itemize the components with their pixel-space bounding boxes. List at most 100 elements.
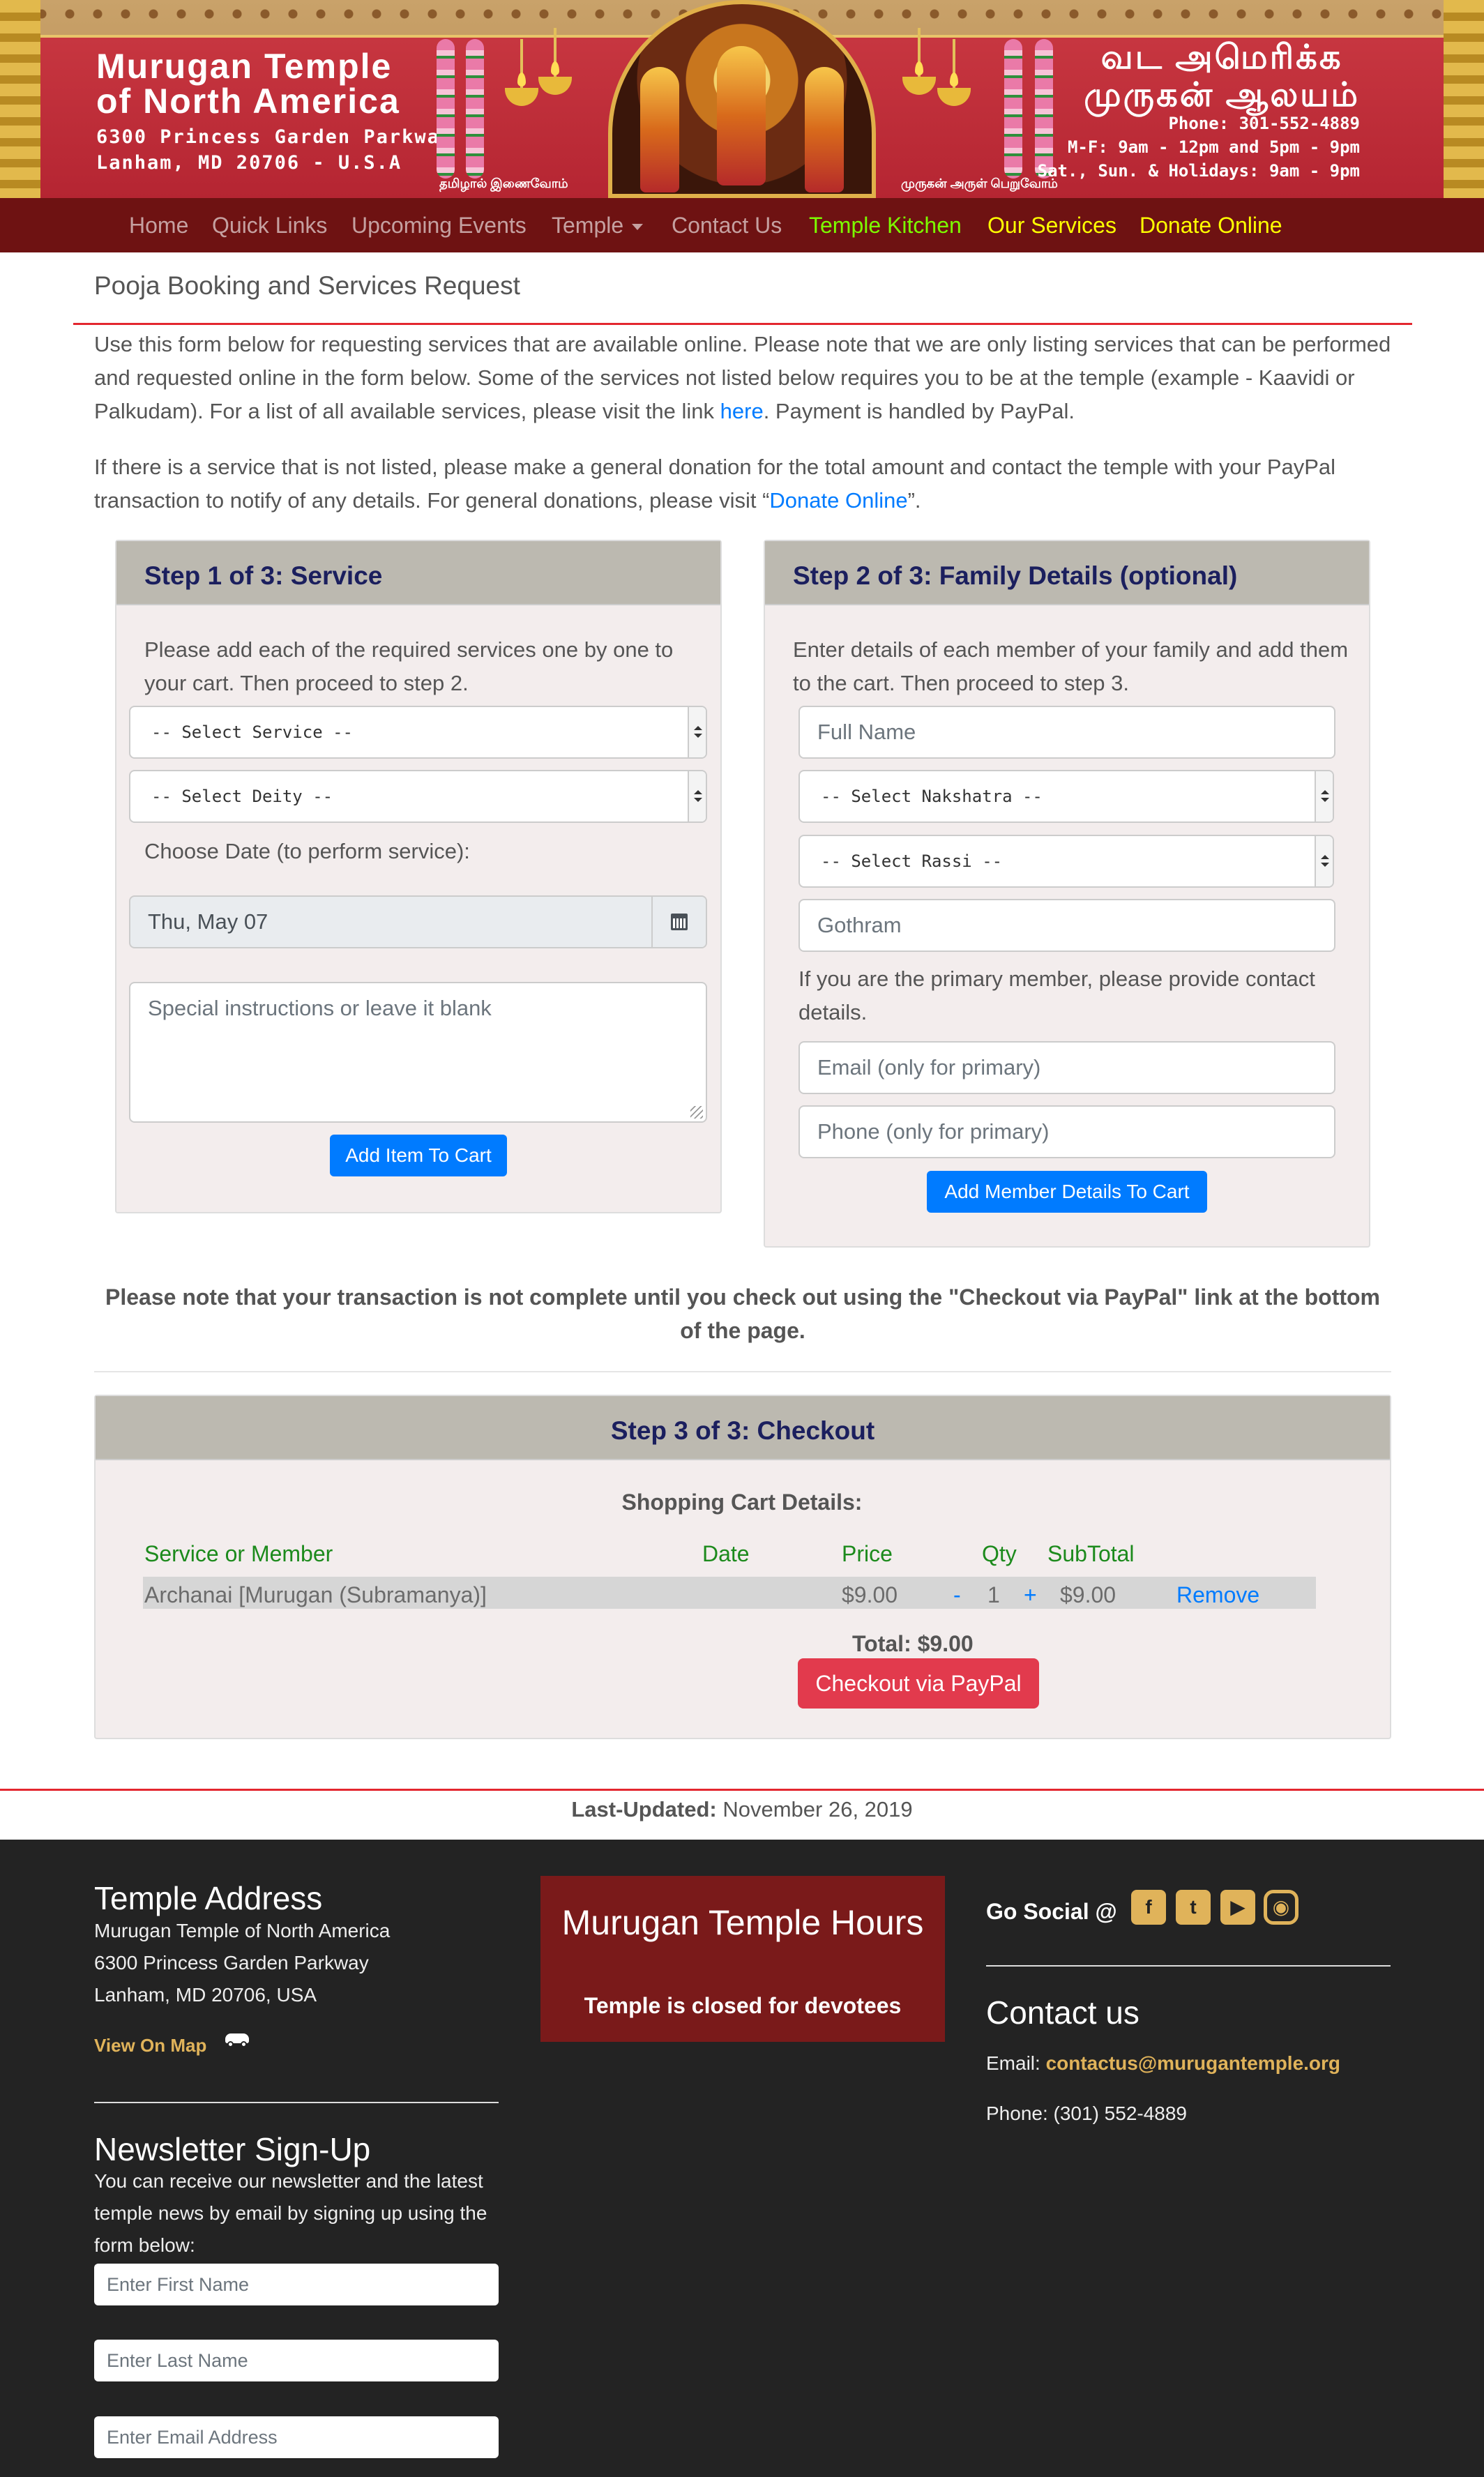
deity-figure-center (717, 46, 766, 185)
site-title[interactable]: Murugan Temple of North America (96, 49, 400, 119)
nakshatra-select-value: -- Select Nakshatra -- (821, 787, 1043, 806)
calendar-button[interactable] (651, 897, 706, 947)
resize-handle-icon[interactable] (690, 1106, 703, 1119)
checkout-paypal-button[interactable]: Checkout via PayPal (798, 1658, 1039, 1709)
footer-address-line3: Lanham, MD 20706, USA (94, 1984, 317, 2006)
deity-figure-left (640, 67, 679, 192)
select-arrows-icon (1315, 771, 1333, 821)
deity-select[interactable]: -- Select Deity -- (129, 770, 707, 823)
general-donation-text-end: ”. (907, 488, 921, 513)
step3-card-header: Step 3 of 3: Checkout (96, 1396, 1390, 1460)
gothram-input[interactable]: Gothram (798, 899, 1335, 952)
increase-qty-button[interactable]: + (1024, 1578, 1037, 1612)
footer-email-label: Email: (986, 2052, 1046, 2074)
newsletter-last-name-input[interactable]: Enter Last Name (94, 2340, 499, 2381)
instagram-icon[interactable]: ◉ (1264, 1890, 1298, 1925)
oil-lamp-decoration (536, 28, 575, 112)
facebook-icon[interactable]: f (1131, 1890, 1166, 1925)
go-social-label: Go Social @ (986, 1899, 1117, 1924)
car-icon (225, 2029, 249, 2047)
primary-phone-input[interactable]: Phone (only for primary) (798, 1105, 1335, 1158)
step1-card-header: Step 1 of 3: Service (116, 541, 720, 605)
temple-hours-box: Murugan Temple Hours Temple is closed fo… (540, 1876, 945, 2042)
tamil-tagline-right: முருகன் அருள் பெறுவோம் (901, 176, 1058, 190)
special-instructions-textarea[interactable]: Special instructions or leave it blank (129, 982, 707, 1123)
nav-quick-links[interactable]: Quick Links (212, 211, 327, 240)
add-item-to-cart-button[interactable]: Add Item To Cart (330, 1135, 507, 1176)
footer-email: Email: contactus@murugantemple.org (986, 2047, 1340, 2080)
select-arrows-icon (688, 707, 706, 757)
garland-decoration (437, 39, 455, 179)
nav-temple-label: Temple (552, 213, 624, 238)
deity-select-value: -- Select Deity -- (151, 787, 333, 806)
primary-email-input[interactable]: Email (only for primary) (798, 1041, 1335, 1094)
main-navbar: Home Quick Links Upcoming Events Temple … (0, 198, 1484, 252)
site-title-line2: of North America (96, 82, 400, 121)
rassi-select[interactable]: -- Select Rassi -- (798, 835, 1334, 888)
tamil-title-line1: வட அமெரிக்க (1100, 39, 1343, 76)
primary-member-note: If you are the primary member, please pr… (798, 967, 1315, 1024)
view-on-map-link[interactable]: View On Map (94, 2029, 206, 2061)
step2-card-header: Step 2 of 3: Family Details (optional) (765, 541, 1369, 605)
cart-title: Shopping Cart Details: (621, 1490, 863, 1515)
tamil-title-line2: முருகன் ஆலயம் (1084, 77, 1360, 114)
checkout-notice: Please note that your transaction is not… (105, 1285, 1380, 1343)
cart-total: Total: $9.00 (852, 1631, 974, 1656)
step1-instructions: Please add each of the required services… (144, 637, 674, 695)
date-label: Choose Date (to perform service): (144, 839, 470, 863)
footer-divider (0, 1789, 1484, 1791)
newsletter-email-input[interactable]: Enter Email Address (94, 2416, 499, 2458)
step3-heading: Step 3 of 3: Checkout (610, 1416, 875, 1445)
banner-hours-weekday: M-F: 9am - 12pm and 5pm - 9pm (1067, 137, 1360, 157)
nav-temple-kitchen[interactable]: Temple Kitchen (809, 211, 962, 240)
donate-online-link[interactable]: Donate Online (769, 488, 907, 513)
special-instructions-placeholder: Special instructions or leave it blank (148, 996, 492, 1020)
intro-paragraph: Use this form below for requesting servi… (94, 328, 1391, 428)
title-divider (73, 323, 1412, 325)
footer-divider-right (986, 1965, 1391, 1967)
twitter-icon[interactable]: t (1176, 1890, 1211, 1925)
temple-hours-heading: Murugan Temple Hours (561, 1903, 924, 1942)
remove-item-link[interactable]: Remove (1176, 1578, 1259, 1612)
page-title: Pooja Booking and Services Request (94, 271, 520, 300)
last-updated: Last-Updated: November 26, 2019 (0, 1794, 1484, 1826)
nav-temple-dropdown[interactable]: Temple (552, 211, 644, 240)
rassi-select-value: -- Select Rassi -- (821, 851, 1003, 871)
caret-down-icon (632, 224, 644, 231)
nav-home[interactable]: Home (129, 211, 188, 240)
cart-item-subtotal: $9.00 (1060, 1582, 1116, 1607)
service-date-value: Thu, May 07 (148, 909, 268, 934)
decrease-qty-button[interactable]: - (953, 1578, 961, 1612)
last-updated-value: November 26, 2019 (722, 1797, 913, 1821)
nav-our-services[interactable]: Our Services (987, 211, 1116, 240)
site-banner: Murugan Temple of North America 6300 Pri… (0, 0, 1484, 198)
footer-divider-left (94, 2102, 499, 2103)
nav-contact-us[interactable]: Contact Us (672, 211, 782, 240)
deity-figure-right (805, 67, 844, 192)
service-date-input[interactable]: Thu, May 07 (129, 895, 707, 948)
column-header-subtotal: SubTotal (1047, 1541, 1135, 1566)
column-header-qty: Qty (982, 1541, 1017, 1566)
full-name-input[interactable]: Full Name (798, 706, 1335, 759)
footer-address-line2: 6300 Princess Garden Parkway (94, 1952, 369, 1974)
decorative-pillar-right (1444, 0, 1484, 198)
services-list-link[interactable]: here (720, 399, 764, 423)
newsletter-first-name-input[interactable]: Enter First Name (94, 2264, 499, 2305)
banner-phone: Phone: 301-552-4889 (1168, 114, 1360, 133)
column-header-service: Service or Member (144, 1541, 333, 1566)
banner-address: 6300 Princess Garden Parkway Lanham, MD … (96, 124, 453, 176)
calendar-icon (671, 914, 688, 930)
service-select[interactable]: -- Select Service -- (129, 706, 707, 759)
nav-donate-online[interactable]: Donate Online (1140, 211, 1282, 240)
column-header-date: Date (702, 1541, 750, 1566)
oil-lamp-decoration (900, 28, 939, 112)
intro-text-end: . Payment is handled by PayPal. (763, 399, 1075, 423)
footer-email-link[interactable]: contactus@murugantemple.org (1046, 2052, 1340, 2074)
banner-hours-weekend: Sat., Sun. & Holidays: 9am - 9pm (1037, 161, 1360, 181)
youtube-icon[interactable]: ▶ (1220, 1890, 1255, 1925)
nakshatra-select[interactable]: -- Select Nakshatra -- (798, 770, 1334, 823)
nav-upcoming-events[interactable]: Upcoming Events (351, 211, 527, 240)
temple-hours-status: Temple is closed for devotees (584, 1993, 902, 2018)
step2-heading: Step 2 of 3: Family Details (optional) (793, 561, 1238, 590)
add-member-details-button[interactable]: Add Member Details To Cart (927, 1171, 1207, 1213)
